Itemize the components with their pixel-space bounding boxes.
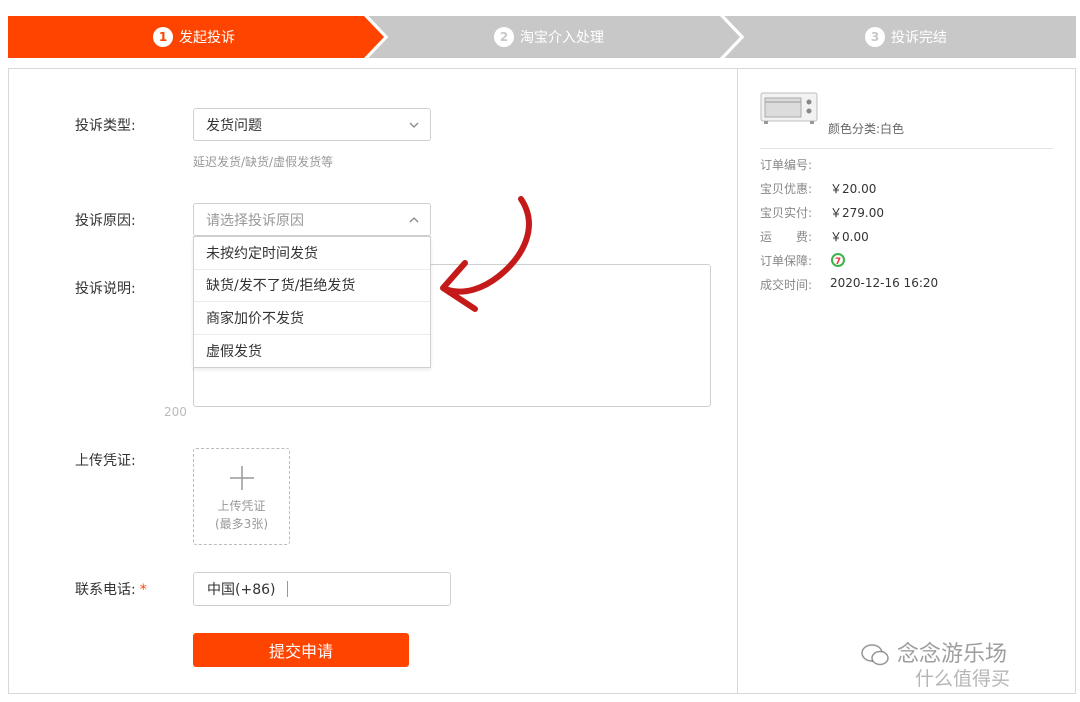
reason-option[interactable]: 虚假发货 [194, 335, 430, 368]
reason-option[interactable]: 缺货/发不了货/拒绝发货 [194, 270, 430, 302]
deal-time-row: 成交时间: 2020-12-16 16:20 [760, 276, 938, 293]
red-arrow-annotation [440, 196, 532, 312]
shipping-value: ￥0.00 [830, 230, 869, 244]
plus-icon [229, 466, 254, 490]
discount-key: 宝贝优惠: [760, 182, 813, 196]
site-watermark-text: 什么值得买 [915, 668, 1011, 690]
complaint-form-panel: 投诉类型: 发货问题 延迟发货/缺货/虚假发货等 投诉原因: 请选择投诉原因 投… [8, 68, 738, 694]
reason-dropdown-menu: 未按约定时间发货 缺货/发不了货/拒绝发货 商家加价不发货 虚假发货 [193, 236, 431, 368]
phone-label: 联系电话: * [75, 579, 185, 599]
discount-value: ￥20.00 [830, 182, 877, 196]
order-info-panel: 颜色分类:白色 订单编号: 宝贝优惠: ￥20.00 宝贝实付: ￥279.00… [737, 68, 1076, 694]
step-1-number: 1 [153, 27, 173, 47]
complaint-reason-select[interactable]: 请选择投诉原因 [193, 203, 431, 236]
upload-evidence-label: 上传凭证: [75, 453, 136, 469]
paid-value: ￥279.00 [830, 206, 884, 220]
deal-time-key: 成交时间: [760, 278, 813, 292]
paid-key: 宝贝实付: [760, 206, 813, 220]
step-2: 2 淘宝介入处理 [494, 16, 604, 58]
complaint-type-label: 投诉类型: [75, 118, 136, 134]
guarantee-key: 订单保障: [760, 254, 813, 268]
complaint-description-label: 投诉说明: [75, 281, 136, 297]
upload-limit-text: (最多3张) [215, 517, 268, 531]
phone-label-text: 联系电话: [75, 582, 136, 598]
required-mark: * [139, 582, 147, 598]
product-thumbnail[interactable] [760, 91, 818, 125]
paid-row: 宝贝实付: ￥279.00 [760, 204, 884, 221]
product-color-category: 颜色分类:白色 [828, 122, 905, 136]
seven-day-return-icon[interactable]: 7 [830, 252, 846, 268]
shipping-row: 运 费: ￥0.00 [760, 228, 869, 245]
order-number-row: 订单编号: [760, 156, 830, 173]
divider [760, 148, 1053, 149]
shipping-key: 运 费: [760, 230, 813, 244]
step-1-label: 发起投诉 [179, 30, 235, 46]
site-watermark: 什么值得买 [915, 664, 1010, 691]
reason-option[interactable]: 未按约定时间发货 [194, 237, 430, 270]
complaint-type-value: 发货问题 [206, 117, 262, 134]
deal-time-value: 2020-12-16 16:20 [830, 276, 939, 290]
step-3: 3 投诉完结 [865, 16, 947, 58]
phone-input[interactable]: 中国(+86) [193, 572, 451, 606]
upload-text: 上传凭证 [217, 499, 266, 513]
guarantee-row: 订单保障: 7 [760, 252, 846, 269]
character-counter: 200 [164, 405, 187, 419]
discount-row: 宝贝优惠: ￥20.00 [760, 180, 876, 197]
svg-text:7: 7 [835, 257, 841, 267]
step-2-number: 2 [494, 27, 514, 47]
step-1: 1 发起投诉 [153, 16, 235, 58]
text-caret [287, 581, 289, 597]
progress-steps: 1 发起投诉 2 淘宝介入处理 3 投诉完结 [8, 16, 1076, 58]
reason-option[interactable]: 商家加价不发货 [194, 302, 430, 335]
chevron-up-icon [409, 217, 419, 223]
step-3-number: 3 [865, 27, 885, 47]
chevron-down-icon [409, 122, 419, 128]
wechat-icon [861, 644, 889, 666]
submit-button[interactable]: 提交申请 [193, 633, 409, 667]
step-2-label: 淘宝介入处理 [520, 30, 604, 46]
complaint-reason-placeholder: 请选择投诉原因 [206, 212, 304, 229]
complaint-reason-label: 投诉原因: [75, 213, 136, 229]
step-3-label: 投诉完结 [891, 30, 947, 46]
order-number-key: 订单编号: [760, 158, 813, 172]
upload-evidence-button[interactable]: 上传凭证 (最多3张) [193, 448, 290, 545]
phone-country-prefix: 中国(+86) [207, 582, 276, 598]
complaint-type-select[interactable]: 发货问题 [193, 108, 431, 141]
complaint-type-hint: 延迟发货/缺货/虚假发货等 [193, 155, 334, 169]
